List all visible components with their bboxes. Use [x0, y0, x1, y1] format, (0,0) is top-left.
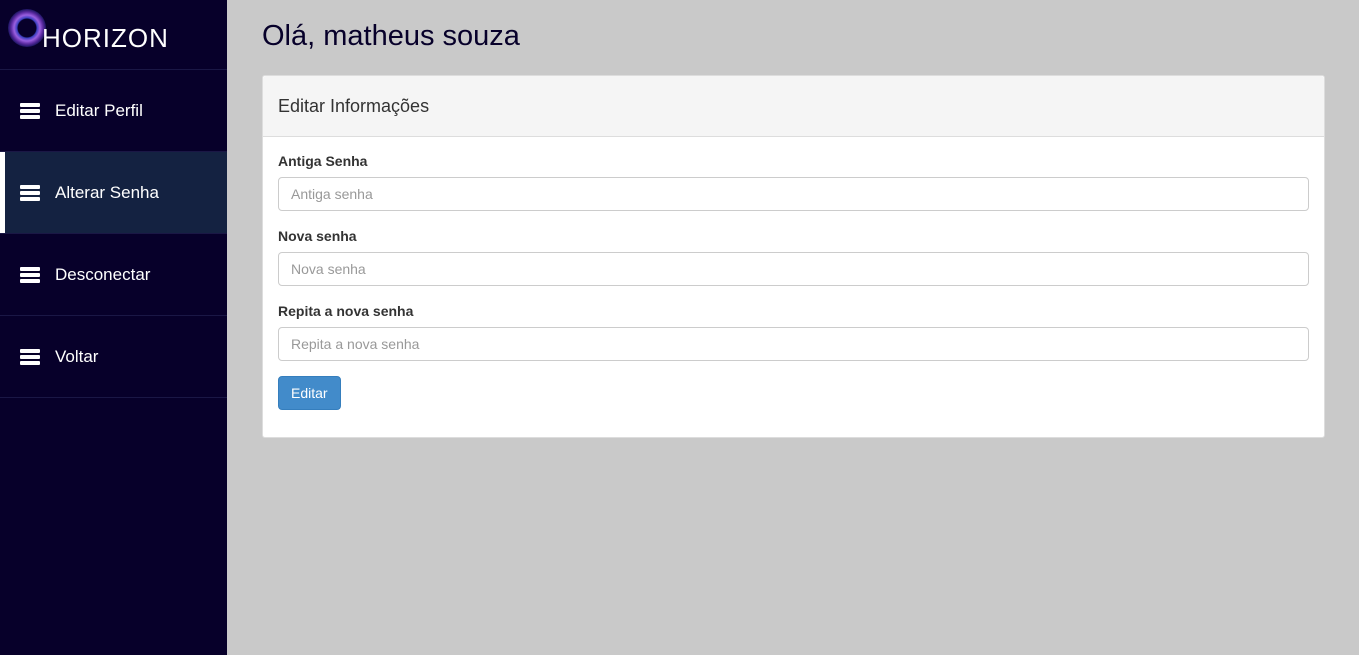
new-password-label: Nova senha	[278, 228, 357, 244]
sidebar-item-editar-perfil[interactable]: Editar Perfil	[0, 70, 227, 152]
list-icon	[20, 102, 40, 119]
sidebar-item-label: Desconectar	[55, 264, 151, 284]
horizon-ring-icon	[8, 9, 46, 47]
list-icon	[20, 348, 40, 365]
page-title: Olá, matheus souza	[262, 20, 520, 52]
edit-info-panel: Editar Informações Antiga Senha Nova sen…	[262, 75, 1325, 438]
list-icon	[20, 266, 40, 283]
list-icon	[20, 184, 40, 201]
sidebar-item-alterar-senha[interactable]: Alterar Senha	[0, 152, 227, 234]
repeat-password-input[interactable]	[278, 327, 1309, 361]
repeat-password-label: Repita a nova senha	[278, 303, 414, 319]
sidebar-item-voltar[interactable]: Voltar	[0, 316, 227, 398]
submit-button[interactable]: Editar	[278, 376, 341, 410]
sidebar-item-label: Voltar	[55, 346, 99, 366]
sidebar: HORIZON Editar Perfil Alterar Senha Desc…	[0, 0, 227, 655]
old-password-input[interactable]	[278, 177, 1309, 211]
sidebar-item-desconectar[interactable]: Desconectar	[0, 234, 227, 316]
brand-name: HORIZON	[42, 23, 169, 53]
logo[interactable]: HORIZON	[0, 0, 227, 70]
panel-title: Editar Informações	[263, 76, 1324, 137]
sidebar-item-label: Editar Perfil	[55, 100, 143, 120]
new-password-input[interactable]	[278, 252, 1309, 286]
old-password-label: Antiga Senha	[278, 153, 368, 169]
password-form: Antiga Senha Nova senha Repita a nova se…	[263, 137, 1324, 426]
sidebar-item-label: Alterar Senha	[55, 182, 159, 202]
